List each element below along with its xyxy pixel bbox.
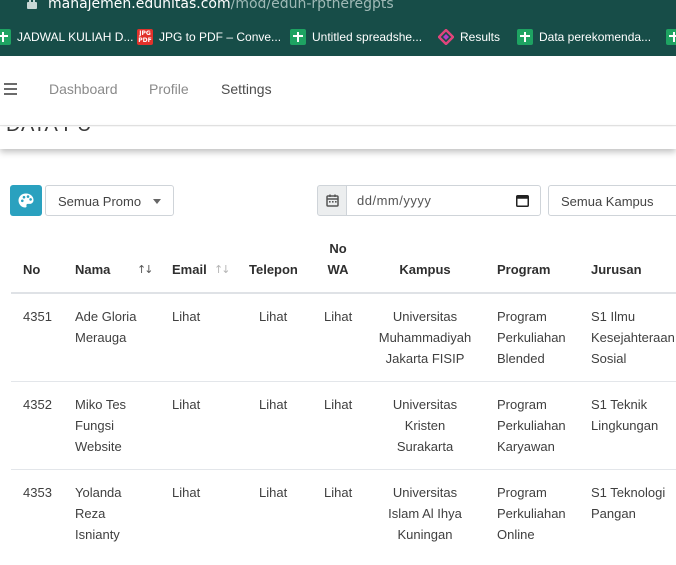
palette-icon: [18, 193, 34, 208]
promo-select-value: Semua Promo: [58, 194, 142, 209]
wa-link[interactable]: Lihat: [324, 482, 352, 503]
menu-icon[interactable]: [4, 83, 18, 95]
date-placeholder: dd/mm/yyyy: [357, 193, 432, 208]
cell-program: Program Perkuliahan Karyawan: [497, 397, 566, 454]
bookmark-results[interactable]: Results: [437, 28, 500, 46]
column-header-no[interactable]: No: [23, 262, 40, 277]
cell-no: 4352: [23, 397, 52, 412]
column-header-wa-line2[interactable]: WA: [318, 262, 358, 277]
cell-no: 4351: [23, 309, 52, 324]
telepon-link[interactable]: Lihat: [259, 306, 287, 327]
lock-icon: [27, 0, 37, 9]
kampus-select[interactable]: Semua Kampus: [548, 185, 676, 216]
bookmark-jpg-to-pdf[interactable]: JPG PDF JPG to PDF – Conve...: [137, 29, 281, 45]
top-navbar: Dashboard Profile Settings: [0, 56, 676, 126]
wa-link[interactable]: Lihat: [324, 306, 352, 327]
sheets-icon: [290, 29, 306, 45]
cell-jurusan: S1 Teknologi Pangan: [591, 485, 666, 521]
nav-dashboard[interactable]: Dashboard: [49, 81, 118, 97]
url-text[interactable]: manajemen.edunitas.com/mod/edun-rpthereg…: [48, 0, 394, 12]
telepon-link[interactable]: Lihat: [259, 394, 287, 415]
kampus-select-value: Semua Kampus: [561, 194, 654, 209]
nav-profile[interactable]: Profile: [149, 81, 189, 97]
calendar-icon: [326, 194, 339, 207]
sort-icon[interactable]: ↑↓: [214, 263, 231, 276]
column-header-program[interactable]: Program: [497, 262, 550, 277]
email-link[interactable]: Lihat: [172, 306, 200, 327]
calendar-picker-icon[interactable]: [516, 194, 529, 207]
promo-select[interactable]: Semua Promo: [45, 185, 174, 216]
column-header-nama[interactable]: Nama: [75, 262, 110, 277]
sheets-icon: [517, 29, 533, 45]
column-header-email[interactable]: Email: [172, 262, 207, 277]
cell-jurusan: S1 Ilmu Kesejahteraan Sosial: [591, 309, 675, 366]
sheets-icon: [0, 29, 11, 45]
jpg-pdf-icon: JPG PDF: [137, 29, 153, 45]
sheets-icon: [666, 29, 676, 45]
table-header-divider: [11, 292, 676, 294]
column-header-telepon[interactable]: Telepon: [249, 262, 298, 277]
email-link[interactable]: Lihat: [172, 394, 200, 415]
cell-program: Program Perkuliahan Blended: [497, 309, 566, 366]
cell-kampus: Universitas Muhammadiyah Jakarta FISIP: [378, 309, 472, 366]
column-header-jurusan[interactable]: Jurusan: [591, 262, 642, 277]
cell-kampus: Universitas Islam Al Ihya Kuningan: [388, 485, 462, 542]
sort-icon[interactable]: ↑↓: [137, 263, 154, 276]
bookmark-data-perekomendasi[interactable]: Data perekomenda...: [517, 29, 651, 45]
bookmark-overflow[interactable]: [666, 29, 676, 45]
nav-settings[interactable]: Settings: [221, 81, 272, 97]
palette-button[interactable]: [10, 185, 42, 216]
cell-jurusan: S1 Teknik Lingkungan: [591, 397, 659, 433]
results-icon: [437, 28, 455, 46]
bookmark-jadwal-kuliah[interactable]: JADWAL KULIAH D...: [0, 29, 133, 45]
email-link[interactable]: Lihat: [172, 482, 200, 503]
page-header-card: DATA PU: [0, 127, 676, 149]
cell-no: 4353: [23, 485, 52, 500]
date-input[interactable]: dd/mm/yyyy: [346, 185, 541, 216]
cell-nama: Miko Tes Fungsi Website: [75, 397, 127, 454]
cell-nama: Yolanda Reza Isnianty: [75, 485, 122, 542]
row-divider: [11, 469, 676, 470]
column-header-wa-line1[interactable]: No: [318, 241, 358, 256]
row-divider: [11, 381, 676, 382]
chevron-down-icon: [153, 199, 161, 204]
cell-program: Program Perkuliahan Online: [497, 485, 566, 542]
page-title: DATA PU: [6, 127, 92, 137]
bookmark-untitled-spreadsheet[interactable]: Untitled spreadshe...: [290, 29, 422, 45]
wa-link[interactable]: Lihat: [324, 394, 352, 415]
date-addon: [317, 185, 347, 216]
cell-nama: Ade Gloria Merauga: [75, 309, 137, 345]
browser-url-bar[interactable]: manajemen.edunitas.com/mod/edun-rpthereg…: [0, 0, 676, 18]
bookmarks-bar: JADWAL KULIAH D... JPG PDF JPG to PDF – C…: [0, 18, 676, 56]
telepon-link[interactable]: Lihat: [259, 482, 287, 503]
column-header-kampus[interactable]: Kampus: [374, 262, 476, 277]
cell-kampus: Universitas Kristen Surakarta: [392, 397, 458, 454]
